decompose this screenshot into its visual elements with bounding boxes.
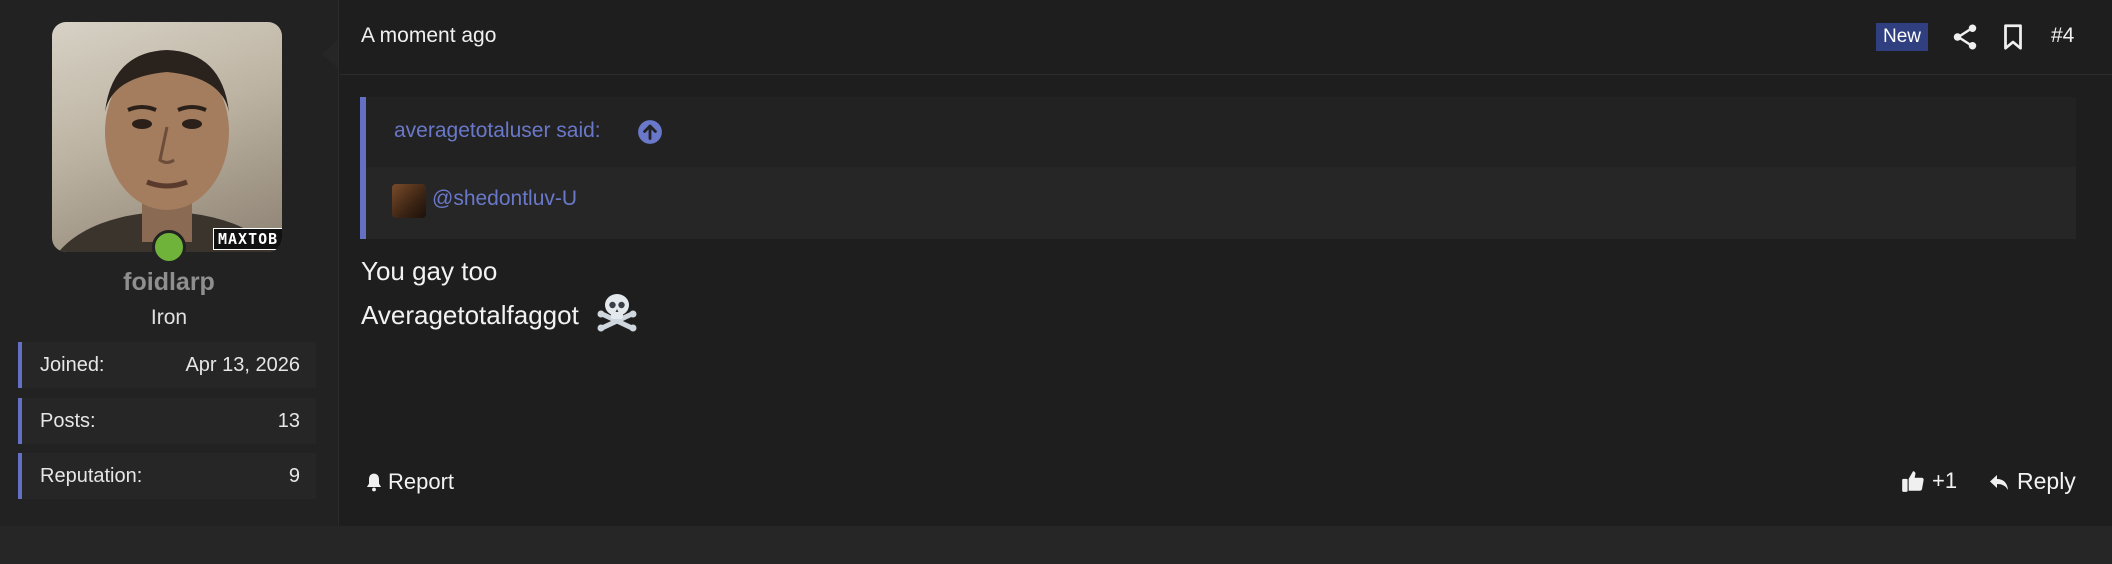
reply-icon <box>1990 474 2008 490</box>
avatar-badge: MAXTOB <box>213 228 282 250</box>
stat-joined: Joined: Apr 13, 2026 <box>18 342 316 388</box>
post-header <box>340 0 2112 75</box>
message-line: You gay too <box>361 256 498 286</box>
post-number[interactable]: #4 <box>2051 24 2074 48</box>
online-status-indicator <box>152 230 186 264</box>
avatar[interactable]: MAXTOB <box>52 22 282 252</box>
username[interactable]: foidlarp <box>0 268 338 297</box>
avatar-portrait <box>58 50 276 252</box>
post-arrow <box>322 40 338 68</box>
bookmark-icon[interactable] <box>1998 22 2028 52</box>
post-timestamp[interactable]: A moment ago <box>361 24 496 48</box>
message-line: Averagetotalfaggot <box>361 300 579 330</box>
stat-value: 9 <box>288 464 300 487</box>
arrow-up-circle-icon[interactable] <box>637 119 663 145</box>
new-badge: New <box>1876 23 1929 51</box>
stat-reputation: Reputation: 9 <box>18 453 316 499</box>
skull-crossbones-icon <box>597 294 637 332</box>
reply-label: Reply <box>2017 468 2076 494</box>
stat-label: Posts: <box>40 409 96 432</box>
quote-header: averagetotaluser said: <box>366 97 2076 167</box>
quote-block: averagetotaluser said: @shedontluv-U <box>360 97 2076 239</box>
user-rank: Iron <box>150 306 188 329</box>
stat-value: Apr 13, 2026 <box>185 353 300 376</box>
thumbs-up-icon <box>1902 471 1924 492</box>
like-count: +1 <box>1932 468 1958 493</box>
stat-label: Joined: <box>40 353 105 376</box>
mention-avatar <box>392 184 426 218</box>
share-icon[interactable] <box>1950 22 1980 52</box>
quote-body: @shedontluv-U <box>366 167 2076 239</box>
report-button[interactable]: Report <box>364 469 454 495</box>
report-label: Report <box>388 469 455 494</box>
like-button[interactable]: +1 <box>1900 468 1957 494</box>
reply-button[interactable]: Reply <box>1987 468 2076 495</box>
stat-value: 13 <box>277 409 300 432</box>
stat-posts: Posts: 13 <box>18 398 316 444</box>
post-container: MAXTOB foidlarp Iron Joined: Apr 13, 202… <box>0 0 2112 526</box>
user-mention[interactable]: @shedontluv-U <box>432 187 577 211</box>
quote-author[interactable]: averagetotaluser said: <box>394 119 601 143</box>
bell-icon <box>366 473 382 492</box>
post-separator <box>0 526 2112 564</box>
user-sidebar: MAXTOB foidlarp Iron Joined: Apr 13, 202… <box>0 0 339 526</box>
stat-label: Reputation: <box>40 464 143 487</box>
